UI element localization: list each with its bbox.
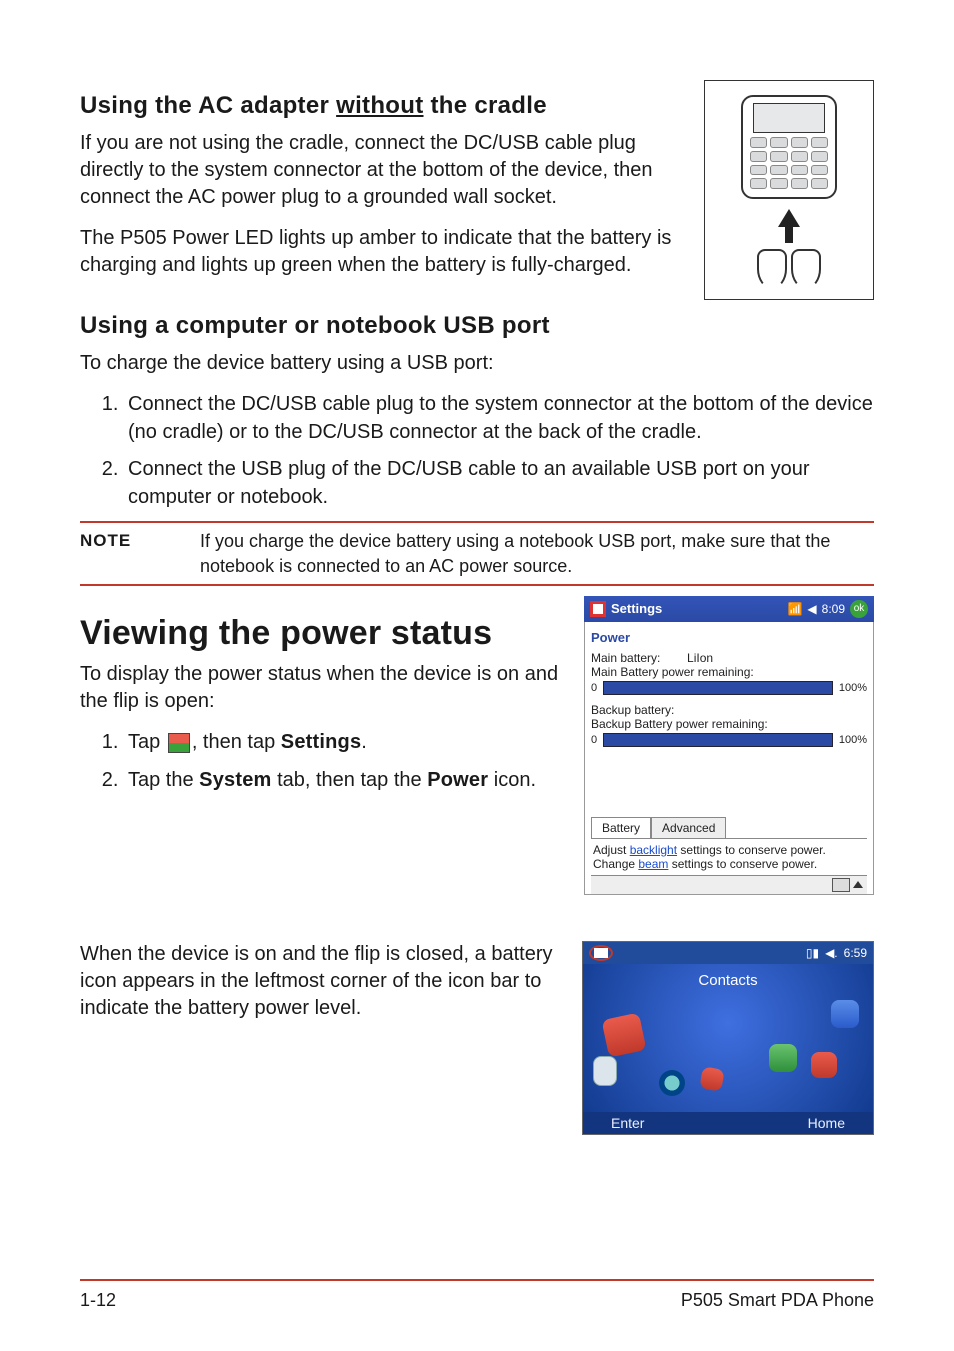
screenshot-home-closed: ▯▮ ◀. 6:59 Contacts Enter xyxy=(582,941,874,1135)
usb-steps-list: Connect the DC/USB cable plug to the sys… xyxy=(80,391,874,511)
usb-step-1: Connect the DC/USB cable plug to the sys… xyxy=(124,391,874,446)
link-backlight[interactable]: backlight xyxy=(630,843,677,857)
notes-icon[interactable] xyxy=(593,1056,617,1086)
sip-arrow-icon[interactable] xyxy=(853,881,863,888)
softkey-home[interactable]: Home xyxy=(808,1115,845,1131)
speaker-icon: ◀ xyxy=(807,602,816,616)
view-steps-list: Tap , then tap Settings. Tap the System … xyxy=(80,729,566,794)
app-icon-blue[interactable] xyxy=(831,1000,859,1028)
link-beam[interactable]: beam xyxy=(638,857,668,871)
main-battery-label: Main battery: xyxy=(591,651,660,665)
note-text: If you charge the device battery using a… xyxy=(200,529,874,578)
footer-rule xyxy=(80,1279,874,1281)
para-usb-intro: To charge the device battery using a USB… xyxy=(80,350,874,377)
note-block: NOTE If you charge the device battery us… xyxy=(80,521,874,586)
para-ac-1: If you are not using the cradle, connect… xyxy=(80,130,684,211)
para-ac-2: The P505 Power LED lights up amber to in… xyxy=(80,225,684,279)
page-number: 1-12 xyxy=(80,1290,116,1311)
clock-time: 8:09 xyxy=(822,602,845,616)
volume-icon: ◀. xyxy=(825,946,838,960)
signal-icon: 📶 xyxy=(787,602,802,616)
note-label: NOTE xyxy=(80,529,200,578)
illustration-device-cable xyxy=(704,80,874,300)
app-icon-green[interactable] xyxy=(769,1044,797,1072)
heading-usb-port: Using a computer or notebook USB port xyxy=(80,312,874,340)
screenshot-settings-power: Settings 📶 ◀ 8:09 ok Power Main battery:… xyxy=(584,596,874,895)
main-bar-hundred: 100% xyxy=(839,682,867,694)
ok-button[interactable]: ok xyxy=(850,600,868,618)
signal-bars-icon: ▯▮ xyxy=(806,946,819,960)
softkey-enter[interactable]: Enter xyxy=(611,1115,644,1131)
home-clock-time: 6:59 xyxy=(844,946,867,960)
main-battery-bar xyxy=(603,681,833,695)
start-menu-icon xyxy=(168,733,190,753)
app-icon-redsmall[interactable] xyxy=(699,1066,724,1091)
contacts-label: Contacts xyxy=(698,972,757,989)
view-step-2: Tap the System tab, then tap the Power i… xyxy=(124,767,566,795)
arrow-up-icon xyxy=(778,209,800,227)
battery-level-icon xyxy=(589,945,613,961)
backup-bar-hundred: 100% xyxy=(839,734,867,746)
para-flip-closed: When the device is on and the flip is cl… xyxy=(80,941,564,1022)
keyboard-icon[interactable] xyxy=(832,878,850,892)
media-icon[interactable] xyxy=(659,1070,685,1096)
hint-beam: Change beam settings to conserve power. xyxy=(593,857,865,871)
main-remaining-label: Main Battery power remaining: xyxy=(591,665,867,679)
backup-remaining-label: Backup Battery power remaining: xyxy=(591,717,867,731)
backup-battery-label: Backup battery: xyxy=(591,703,867,717)
phone-icon[interactable] xyxy=(601,1012,646,1057)
doc-title-footer: P505 Smart PDA Phone xyxy=(681,1290,874,1311)
tab-battery[interactable]: Battery xyxy=(591,817,651,838)
backup-bar-zero: 0 xyxy=(591,734,597,746)
para-view-intro: To display the power status when the dev… xyxy=(80,661,566,715)
settings-title: Settings xyxy=(611,601,662,616)
backup-battery-bar xyxy=(603,733,833,747)
view-step-1: Tap , then tap Settings. xyxy=(124,729,566,757)
tab-advanced[interactable]: Advanced xyxy=(651,817,726,838)
heading-viewing-power: Viewing the power status xyxy=(80,614,566,653)
usb-step-2: Connect the USB plug of the DC/USB cable… xyxy=(124,456,874,511)
main-bar-zero: 0 xyxy=(591,682,597,694)
main-battery-type: LiIon xyxy=(687,651,713,665)
hint-backlight: Adjust backlight settings to conserve po… xyxy=(593,843,865,857)
start-flag-icon xyxy=(590,601,606,617)
power-section-title: Power xyxy=(591,626,867,651)
app-icon-red2[interactable] xyxy=(811,1052,837,1078)
heading-ac-adapter: Using the AC adapter without the cradle xyxy=(80,92,684,120)
